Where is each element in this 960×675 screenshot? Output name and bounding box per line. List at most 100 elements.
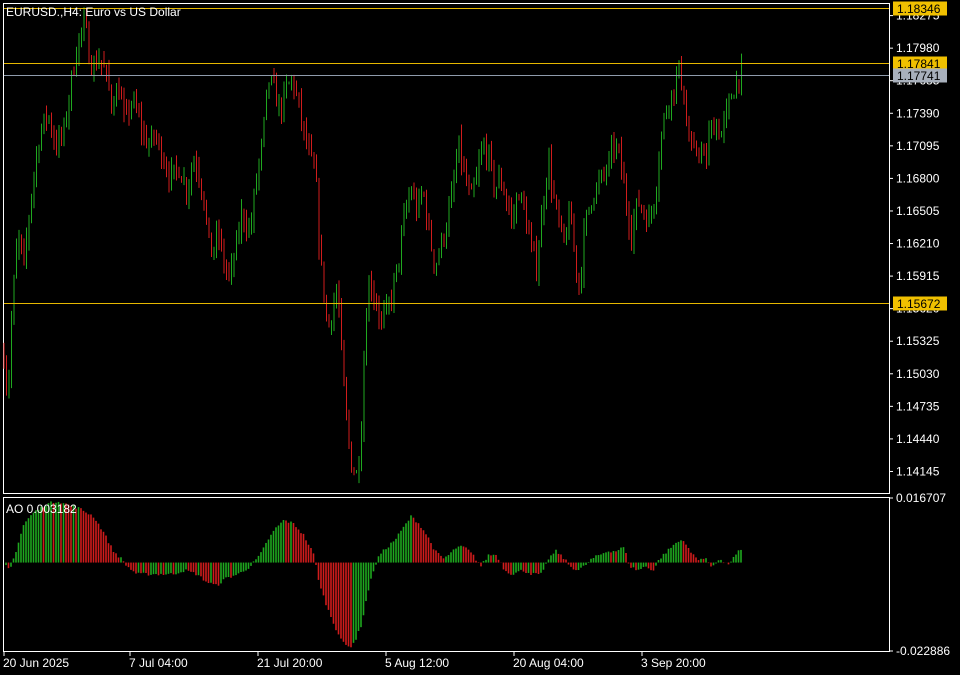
candle [143,120,145,146]
candle [433,249,435,274]
candle [621,136,622,180]
candle [158,133,160,151]
candle [221,228,222,252]
candle [416,187,417,222]
level-price-tag: 1.18346 [893,1,947,16]
candle [523,190,525,211]
candle [106,64,107,82]
candle [458,135,460,164]
candle [223,238,225,274]
candle [146,124,147,149]
candle [183,167,185,186]
candle [511,197,512,229]
time-axis: 20 Jun 2025 7 Jul 04:00 21 Jul 20:00 5 Aug … [3,651,706,670]
candle [528,219,530,235]
candle [518,193,520,201]
candle [93,55,95,82]
ao-indicator-panel[interactable] [3,497,890,652]
candle [463,156,465,173]
candle [386,294,387,315]
candle [731,93,732,100]
price-tick-label: 1.17390 [896,106,940,120]
candle [701,141,702,164]
candle [341,298,342,351]
candle [656,186,657,215]
candle [371,270,372,302]
candle [96,50,97,71]
candle [193,155,195,173]
candle [648,204,650,228]
candle [413,182,415,200]
candle [246,209,247,242]
candle [571,201,572,225]
candle [496,186,497,200]
candle [51,112,52,138]
price-tick-label: 1.15915 [896,269,940,283]
candle [133,91,135,109]
candle [681,56,682,91]
candle [501,167,502,192]
candle [563,223,565,243]
candle [378,295,380,330]
candle [11,310,12,389]
candle [561,215,562,233]
candle [241,199,242,244]
candle [308,133,310,156]
candle [216,220,217,259]
candle [336,283,337,309]
candle [616,138,617,160]
candle [408,187,410,213]
candle [166,156,167,178]
price-tick-label: 1.16505 [896,204,940,218]
candle [161,136,162,169]
candle [36,146,37,188]
price-tick-label: 1.16800 [896,171,940,185]
candle [78,33,80,66]
candle [23,238,25,266]
candle [303,120,305,141]
candle [363,350,365,443]
candle [603,166,605,182]
candle [316,154,317,183]
ao-tick-label: 0.016707 [896,491,946,505]
candle [238,221,240,245]
candle [198,156,200,188]
candle [548,147,550,190]
candle [566,227,567,246]
candle [653,204,655,219]
candle [243,208,245,233]
candle [126,98,127,115]
candle [493,159,495,198]
candle [338,280,340,318]
candle [586,209,587,236]
candle [343,339,345,387]
candle [71,70,72,111]
time-tick-label: 3 Sep 20:00 [641,656,706,670]
candle [403,203,405,237]
candle [673,89,675,106]
candle [208,217,210,238]
candle [658,151,660,202]
candle [296,80,297,97]
candle [213,246,215,260]
price-tick-label: 1.14735 [896,399,940,413]
candle [248,217,250,238]
candle [358,455,360,484]
candle [421,186,422,205]
candle [588,206,590,215]
level-price-label: 1.17741 [897,69,941,83]
candle [483,137,485,155]
candle [148,137,150,157]
candle [228,262,230,282]
candle [383,300,385,329]
candle [456,148,457,184]
candle [516,192,517,224]
candle [41,123,42,151]
candle [153,129,155,146]
candle [271,74,272,86]
candle [438,248,440,266]
candle [163,152,165,170]
candle [318,177,320,260]
candle [141,101,142,146]
candle [356,469,357,474]
